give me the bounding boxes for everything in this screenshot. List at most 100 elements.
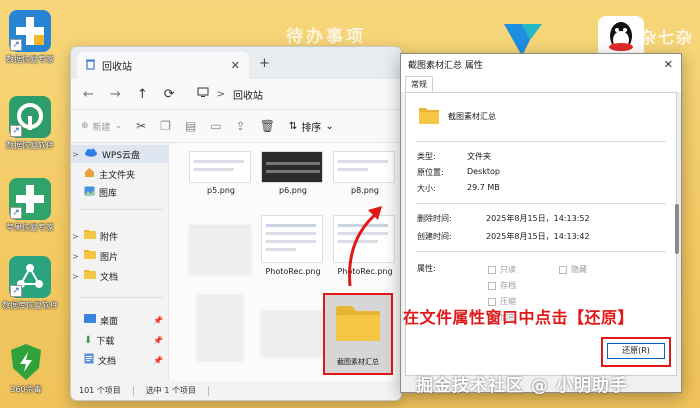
nav-item-pictures[interactable]: > 图片 (71, 247, 169, 265)
tab-recycle-bin[interactable]: 回收站 ✕ (77, 52, 249, 79)
location-value: Desktop (467, 167, 500, 176)
checkbox-box (559, 265, 567, 274)
wallpaper-banner-text: 待办事项 (286, 27, 366, 47)
new-button[interactable]: ⊕ 新建 ⌄ (81, 120, 122, 133)
nav-item-documents[interactable]: > 文档 (71, 267, 169, 285)
nav-item-attachments[interactable]: > 附件 (71, 227, 169, 245)
archive-checkbox[interactable]: 存档 (488, 280, 516, 291)
desktop-icon-apple-recovery-expert[interactable]: ↗ 苹果恢复专家 (0, 178, 61, 233)
desktop-icon-label: 360杀毒 (10, 385, 42, 394)
sort-button[interactable]: ⇅ 排序 ⌄ (289, 119, 334, 134)
file-thumbnail[interactable] (333, 151, 395, 183)
desktop-icon-database-recovery[interactable]: ↗ 数据库恢复软件 (0, 256, 61, 311)
breadcrumb[interactable]: > 回收站 (197, 87, 263, 102)
red-arrow-annotation (348, 206, 382, 287)
copy-icon[interactable]: ❐ (160, 119, 171, 133)
breadcrumb-item[interactable]: 回收站 (233, 87, 263, 102)
file-thumbnail[interactable] (189, 225, 251, 275)
hidden-checkbox[interactable]: 隐藏 (559, 264, 587, 275)
shortcut-arrow-icon: ↗ (10, 285, 22, 297)
tab-bar: 回收站 ✕ + (71, 47, 401, 79)
thumbnail-line (266, 248, 296, 251)
desktop-icon-360-antivirus[interactable]: 360杀毒 (0, 340, 57, 395)
checkbox-label: 隐藏 (571, 265, 587, 274)
chevron-down-icon: ⌄ (114, 121, 123, 131)
nav-item-gallery[interactable]: 图库 (71, 183, 169, 201)
file-thumbnail[interactable] (261, 215, 323, 263)
chevron-right-icon[interactable]: > (71, 150, 80, 159)
nav-item-home[interactable]: 主文件夹 (71, 165, 169, 183)
rename-icon[interactable]: ▭ (210, 119, 221, 133)
file-name: PhotoRec.png (265, 267, 321, 276)
desktop-icon-label: 苹果恢复专家 (6, 223, 54, 232)
delete-icon[interactable]: 🗑 (260, 119, 275, 133)
document-icon (84, 353, 94, 367)
nav-item-wps-cloud[interactable]: > WPS云盘 (71, 145, 169, 163)
apple-recovery-expert-icon: ↗ (9, 178, 51, 220)
shortcut-arrow-icon: ↗ (10, 207, 22, 219)
restore-button[interactable]: 还原(R) (607, 343, 665, 359)
qq-app-icon[interactable] (598, 16, 644, 58)
desktop-icon-label: 数据恢复软件 (6, 141, 54, 150)
checkbox-label: 只读 (500, 265, 516, 274)
cloud-icon (84, 148, 98, 160)
file-thumbnail[interactable] (189, 151, 251, 183)
sort-button-label: 排序 (301, 122, 322, 134)
folder-icon (334, 303, 382, 343)
desktop-icon-data-recovery-expert[interactable]: ↗ 数据恢复专家 (0, 10, 61, 65)
wallpaper-right-text: 杂七杂 (640, 28, 695, 47)
nav-divider (79, 209, 163, 210)
tab-close-icon[interactable]: ✕ (231, 59, 240, 72)
cut-icon[interactable]: ✂ (136, 119, 146, 133)
nav-item-label: 附件 (100, 232, 119, 243)
file-thumbnail[interactable] (197, 295, 243, 361)
monitor-icon (197, 87, 209, 101)
nav-item-desktop[interactable]: 桌面 📌 (71, 311, 169, 329)
dialog-tab-strip: 常规 (401, 74, 681, 92)
database-recovery-icon: ↗ (9, 256, 51, 298)
chevron-right-icon[interactable]: > (71, 252, 80, 261)
created-value: 2025年8月15日，14:13:42 (486, 232, 590, 241)
nav-item-downloads[interactable]: ⬇ 下载 📌 (71, 331, 169, 349)
chevron-right-icon[interactable]: > (71, 272, 80, 281)
desktop-icon-data-recovery-software[interactable]: ↗ 数据恢复软件 (0, 96, 61, 151)
close-icon[interactable]: ✕ (664, 58, 673, 71)
nav-item-label: 图片 (100, 252, 119, 263)
dialog-scrollbar[interactable] (675, 204, 679, 254)
file-thumbnail[interactable] (261, 151, 323, 183)
chevron-right-icon[interactable]: > (71, 232, 80, 241)
nav-item-label: 下载 (96, 336, 115, 347)
folder-screenshot-collection[interactable]: 截图素材汇总 (323, 293, 393, 375)
file-name: p5.png (207, 186, 235, 195)
dialog-title-bar: 截图素材汇总 属性 ✕ (401, 54, 681, 74)
folder-icon (418, 105, 440, 125)
shortcut-arrow-icon: ↗ (10, 125, 22, 137)
breadcrumb-separator: > (216, 88, 226, 100)
sort-icon: ⇅ (288, 120, 298, 132)
attributes-label: 属性: (417, 264, 436, 273)
tab-general[interactable]: 常规 (405, 76, 433, 92)
paste-icon[interactable]: ▤ (185, 119, 196, 133)
share-icon[interactable]: ⇪ (236, 119, 246, 133)
back-arrow-icon[interactable]: ← (83, 87, 94, 102)
gallery-icon (84, 186, 95, 199)
status-separator (132, 385, 134, 396)
tab-label: 回收站 (102, 62, 132, 73)
file-name: p8.png (351, 186, 379, 195)
file-thumbnail[interactable] (261, 311, 323, 357)
new-tab-icon[interactable]: + (259, 56, 270, 71)
pin-icon[interactable]: 📌 (153, 316, 163, 325)
nav-item-documents-pinned[interactable]: 文档 📌 (71, 351, 169, 369)
up-arrow-icon[interactable]: ↑ (137, 87, 148, 102)
refresh-icon[interactable]: ⟳ (164, 87, 175, 102)
pin-icon[interactable]: 📌 (153, 356, 163, 365)
pin-icon[interactable]: 📌 (153, 336, 163, 345)
data-recovery-expert-icon: ↗ (9, 10, 51, 52)
item-count: 101 个项目 (79, 386, 121, 395)
readonly-checkbox[interactable]: 只读 (488, 264, 516, 275)
properties-dialog: 截图素材汇总 属性 ✕ 常规 截图素材汇总 类型: 文件夹 原位置: Deskt… (400, 53, 682, 393)
divider (416, 251, 666, 252)
forward-arrow-icon[interactable]: → (110, 87, 121, 102)
deleted-value: 2025年8月15日，14:13:52 (486, 214, 590, 223)
thumbnail-line (266, 232, 316, 235)
